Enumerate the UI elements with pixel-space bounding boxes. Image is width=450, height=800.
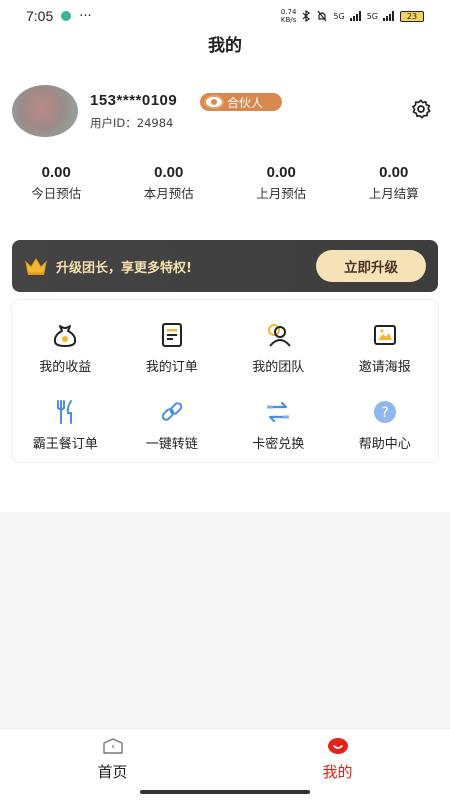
- mine-icon: [327, 738, 348, 754]
- stat-this-month[interactable]: 0.00 本月预估: [113, 164, 226, 202]
- order-doc-icon: [161, 323, 182, 347]
- stat-value: 0.00: [379, 164, 409, 181]
- poster-icon: [373, 325, 396, 345]
- user-id: 用户ID：24984: [90, 116, 174, 130]
- money-bag-icon: [54, 325, 77, 347]
- crown-icon: [25, 258, 47, 275]
- menu-item-earnings[interactable]: 我的收益: [12, 322, 119, 385]
- partner-badge-label: 合伙人: [227, 95, 264, 110]
- bluetooth-icon: [302, 10, 311, 22]
- menu-item-card-redeem[interactable]: 卡密兑换: [225, 399, 332, 462]
- stat-value: 0.00: [154, 164, 184, 181]
- menu-item-label: 一键转链: [145, 437, 198, 452]
- signal-bars-icon: [383, 11, 394, 21]
- stat-label: 本月预估: [143, 186, 194, 201]
- svg-text:?: ?: [381, 405, 388, 421]
- nav-label: 我的: [322, 763, 353, 781]
- status-time: 7:05: [26, 8, 54, 24]
- user-phone: 153****0109: [90, 92, 178, 109]
- help-icon: ?: [373, 401, 396, 423]
- profile-section: 153****0109 合伙人 用户ID：24984 0.00 今日预估 0.0…: [0, 60, 450, 512]
- nav-label: 首页: [97, 763, 128, 781]
- stat-value: 0.00: [41, 164, 71, 181]
- home-indicator[interactable]: [140, 790, 310, 794]
- exchange-icon: [267, 401, 290, 423]
- feature-menu: 我的收益 我的订单 我的团队 邀请海报 霸王餐订单 一键转链 卡密兑换 ? 帮助…: [12, 300, 438, 462]
- net-speed-unit: KB/s: [280, 16, 297, 24]
- menu-item-help-center[interactable]: ? 帮助中心: [332, 399, 439, 462]
- menu-item-label: 邀请海报: [358, 360, 411, 375]
- app-notification-icon: [61, 11, 72, 21]
- page-title: 我的: [0, 32, 450, 60]
- upgrade-text: 升级团长，享更多特权!: [56, 260, 192, 276]
- menu-item-label: 我的订单: [145, 360, 198, 375]
- gear-icon[interactable]: [410, 98, 432, 120]
- stat-label: 今日预估: [31, 186, 82, 201]
- signal-bars-icon: [349, 11, 361, 21]
- status-right: 0.74 KB/s 5G 5G 23: [281, 8, 424, 24]
- stat-today[interactable]: 0.00 今日预估: [0, 164, 113, 202]
- menu-item-free-meal-orders[interactable]: 霸王餐订单: [12, 399, 119, 462]
- menu-item-label: 卡密兑换: [252, 437, 305, 452]
- status-left: 7:05 ···: [26, 8, 92, 24]
- menu-item-poster[interactable]: 邀请海报: [332, 322, 439, 385]
- home-icon: [102, 738, 123, 754]
- stat-value: 0.00: [266, 164, 296, 181]
- status-bar: 7:05 ··· 0.74 KB/s 5G 5G 23: [0, 0, 450, 32]
- stat-last-month-settled[interactable]: 0.00 上月结算: [338, 164, 450, 202]
- menu-item-label: 我的团队: [252, 360, 305, 375]
- battery-icon: 23: [400, 10, 424, 22]
- partner-badge: 合伙人: [200, 93, 282, 111]
- menu-item-label: 帮助中心: [358, 437, 411, 452]
- more-notifications-icon: ···: [79, 8, 92, 24]
- menu-item-orders[interactable]: 我的订单: [119, 322, 226, 385]
- earnings-stats: 0.00 今日预估 0.00 本月预估 0.00 上月预估 0.00 上月结算: [0, 164, 450, 202]
- net-speed-value: 0.74: [280, 8, 297, 16]
- utensils-icon: [57, 400, 73, 424]
- upgrade-banner[interactable]: 升级团长，享更多特权! 立即升级: [12, 240, 438, 292]
- avatar[interactable]: [12, 85, 78, 137]
- stat-last-month[interactable]: 0.00 上月预估: [225, 164, 338, 202]
- upgrade-now-button[interactable]: 立即升级: [316, 250, 426, 282]
- menu-item-label: 我的收益: [39, 360, 92, 375]
- net-speed: 0.74 KB/s: [281, 8, 297, 24]
- menu-item-team[interactable]: 我的团队: [225, 322, 332, 385]
- stat-label: 上月结算: [368, 186, 419, 201]
- mute-bell-icon: [317, 10, 327, 22]
- stat-label: 上月预估: [256, 186, 307, 201]
- signal-5g-1: 5G: [333, 11, 345, 21]
- link-icon: [161, 402, 183, 421]
- menu-item-label: 霸王餐订单: [32, 437, 98, 452]
- signal-5g-2: 5G: [366, 11, 378, 21]
- menu-item-convert-link[interactable]: 一键转链: [119, 399, 226, 462]
- eye-icon: [204, 95, 224, 109]
- team-icon: [268, 324, 292, 347]
